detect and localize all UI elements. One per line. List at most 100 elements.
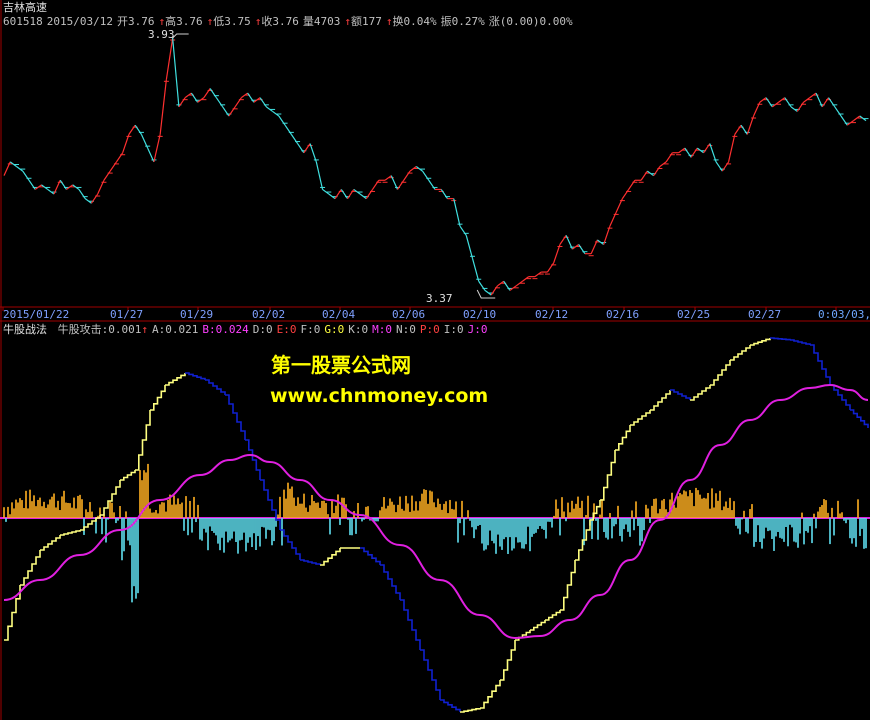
price-segment <box>290 134 299 144</box>
date-tick-label: 02/04 <box>322 308 356 321</box>
indicator-param: G:0 <box>324 323 345 336</box>
price-segment <box>178 97 186 108</box>
quote-field: 额177 <box>350 15 382 28</box>
price-segment <box>727 134 736 163</box>
date-tick-label: 01/27 <box>110 308 144 321</box>
indicator-param: K:0 <box>348 323 369 336</box>
price-segment <box>440 189 448 199</box>
price-segment <box>621 189 630 199</box>
indicator-param: 牛股攻击:0.001 <box>57 323 142 336</box>
price-segment <box>365 189 374 199</box>
oscillator-line <box>460 708 481 713</box>
price-segment <box>303 143 311 154</box>
oscillator-line <box>770 337 791 341</box>
quote-field: 2015/03/12 <box>46 15 113 28</box>
price-segment <box>22 170 30 181</box>
quote-field: 601518 <box>3 15 43 28</box>
price-segment <box>490 285 498 296</box>
price-segment <box>840 115 848 126</box>
high-price-label: 3.93 <box>148 28 175 41</box>
price-segment <box>309 143 317 163</box>
indicator-param: M:0 <box>372 323 392 336</box>
indicator-param: I:0 <box>443 323 464 336</box>
price-segment <box>715 161 723 172</box>
price-segment <box>459 225 467 236</box>
oscillator-line <box>300 559 321 565</box>
oscillator-line <box>730 345 751 361</box>
oscillator-line <box>60 530 81 536</box>
oscillator-line <box>500 640 516 681</box>
price-segment <box>340 189 349 199</box>
stock-chart-window: 吉林高速 601518 2015/03/12 开3.76 ↑高3.76 ↑低3.75 ↑收… <box>0 0 870 720</box>
indicator-param: D:0 <box>252 323 273 336</box>
price-segment <box>90 193 99 204</box>
oscillator-line <box>320 548 341 566</box>
oscillator-line <box>615 425 631 451</box>
quote-field: 振0.27% <box>440 15 485 28</box>
price-segment <box>640 170 648 181</box>
price-segment <box>209 88 217 98</box>
date-tick-label: 2015/01/22 <box>3 308 70 321</box>
price-segment <box>553 244 561 264</box>
indicator-param: F:0 <box>300 323 321 336</box>
oscillator-line <box>135 410 151 471</box>
price-segment <box>334 189 342 199</box>
date-tick-label: 02/16 <box>606 308 640 321</box>
oscillator-line <box>575 520 591 561</box>
oscillator-line <box>120 470 136 481</box>
watermark-title: 第一股票公式网 <box>271 353 411 377</box>
indicator-param: J:0 <box>467 323 488 336</box>
indicator-title: 牛股战法 <box>3 323 47 336</box>
price-segment <box>315 161 324 190</box>
price-segment <box>165 37 174 80</box>
oscillator-line <box>245 439 261 480</box>
date-tick-label: 02/27 <box>748 308 782 321</box>
quote-field: ↑ <box>344 15 351 28</box>
oscillator-line <box>280 529 301 560</box>
price-segment <box>503 280 511 291</box>
oscillator-line <box>440 699 461 712</box>
date-tick-label: 02/25 <box>677 308 711 321</box>
oscillator-line <box>380 564 401 600</box>
price-segment <box>115 152 124 163</box>
quote-field: 涨(0.00)0.00% <box>488 15 573 28</box>
price-segment <box>471 258 480 282</box>
indicator-param: E:0 <box>276 323 297 336</box>
oscillator-line <box>40 535 61 551</box>
quote-field: 收3.76 <box>261 15 299 28</box>
price-segment <box>428 179 436 190</box>
price-segment <box>784 97 792 108</box>
price-segment <box>721 161 730 172</box>
oscillator-line <box>545 610 561 621</box>
price-segment <box>172 37 180 107</box>
oscillator-line <box>850 409 869 428</box>
price-segment <box>690 147 698 158</box>
indicator-param: B:0.024 <box>202 323 249 336</box>
oscillator-line <box>790 339 811 345</box>
price-segment <box>134 124 142 135</box>
price-segment <box>103 170 111 181</box>
price-segment <box>453 198 461 227</box>
oscillator-line <box>690 385 711 401</box>
price-segment <box>628 179 636 190</box>
oscillator-line <box>830 384 851 410</box>
oscillator-line <box>150 385 166 411</box>
price-segment <box>828 97 836 108</box>
oscillator-line <box>560 560 576 611</box>
oscillator-line <box>420 649 441 700</box>
price-segment <box>228 106 236 117</box>
date-tick-label: 02/10 <box>463 308 497 321</box>
oscillator-line <box>185 372 206 380</box>
chart-canvas[interactable] <box>0 0 870 720</box>
oscillator-line <box>360 547 381 565</box>
oscillator-line <box>650 390 671 411</box>
oscillator-line <box>400 599 421 650</box>
date-tick-label: 02/12 <box>535 308 569 321</box>
price-segment <box>78 189 86 199</box>
high-marker <box>172 33 189 39</box>
quote-field: 换0.04% <box>392 15 437 28</box>
price-segment <box>578 244 586 255</box>
watermark-url: www.chnmoney.com <box>270 385 489 407</box>
date-tick-label: 02/06 <box>392 308 426 321</box>
price-segment <box>821 97 830 108</box>
